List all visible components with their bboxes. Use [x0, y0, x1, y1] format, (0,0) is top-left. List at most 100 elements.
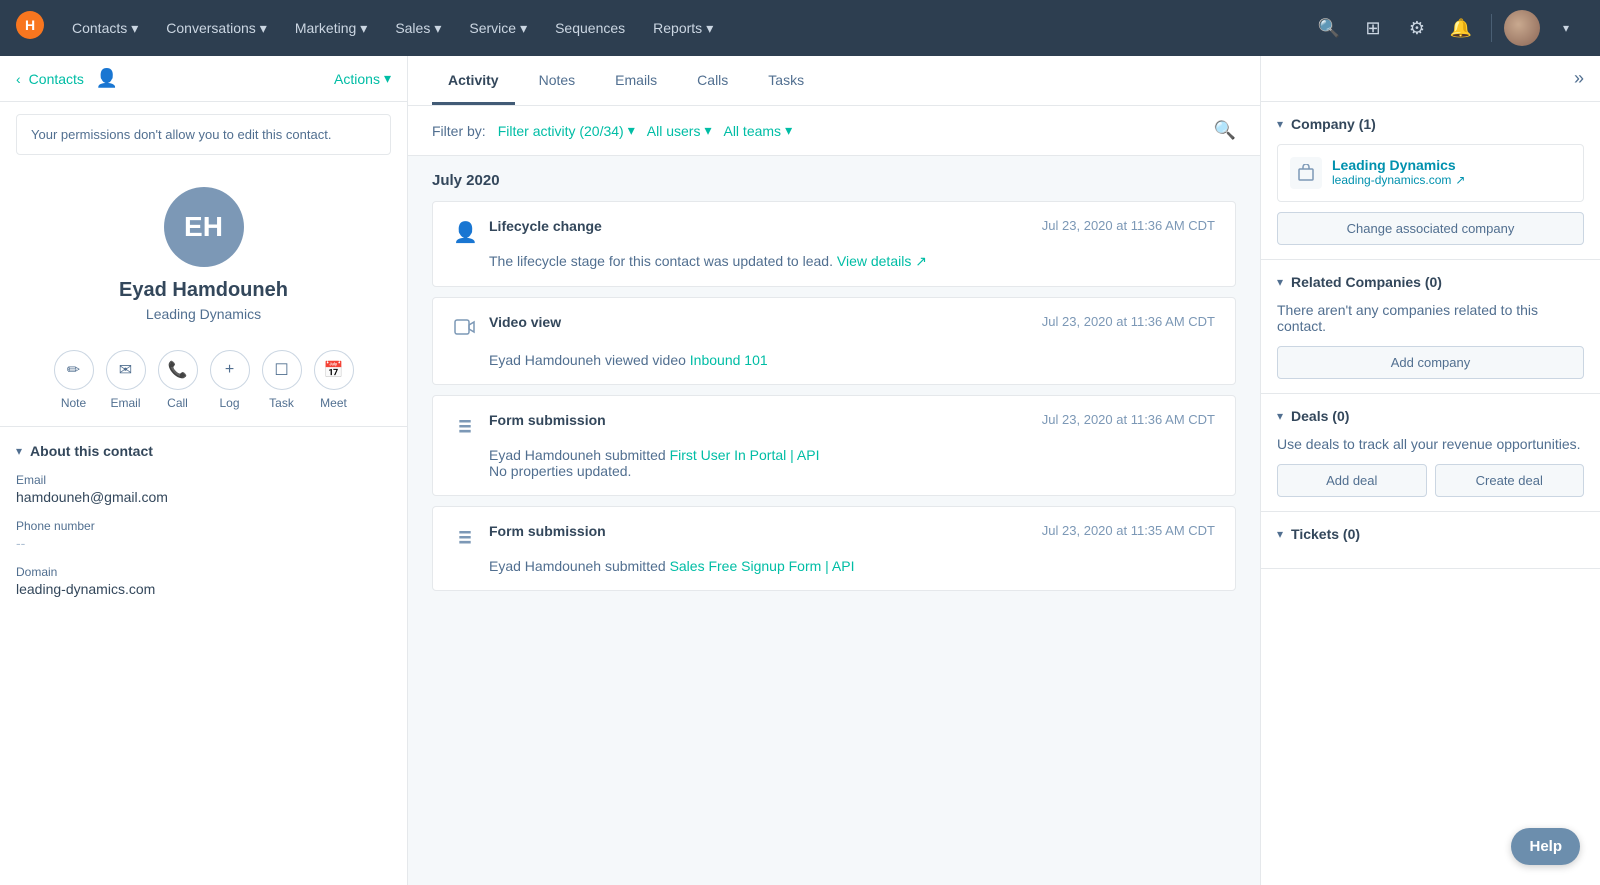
form-icon: ≡	[453, 414, 477, 439]
nav-conversations[interactable]: Conversations	[154, 12, 279, 45]
about-section-toggle[interactable]: ▾ About this contact	[16, 443, 391, 459]
tab-notes[interactable]: Notes	[523, 56, 592, 105]
nav-sales[interactable]: Sales	[383, 12, 453, 45]
back-to-contacts[interactable]: Contacts 👤	[16, 68, 118, 89]
phone-field-group: Phone number --	[16, 519, 391, 551]
form1-link[interactable]: First User In Portal | API	[670, 447, 820, 463]
activity-header: ≡ Form submission Jul 23, 2020 at 11:35 …	[453, 523, 1215, 550]
related-companies-section: ▾ Related Companies (0) There aren't any…	[1261, 260, 1600, 394]
note-button[interactable]: ✏ Note	[54, 350, 94, 410]
right-sidebar: » ▾ Company (1) Leading Dynamics leadin	[1260, 56, 1600, 885]
task-icon: ☐	[262, 350, 302, 390]
meet-icon: 📅	[314, 350, 354, 390]
search-icon[interactable]: 🔍	[1311, 10, 1347, 46]
contact-company: Leading Dynamics	[146, 306, 261, 322]
tab-calls[interactable]: Calls	[681, 56, 744, 105]
account-chevron-icon[interactable]: ▾	[1548, 10, 1584, 46]
related-companies-toggle[interactable]: ▾ Related Companies (0)	[1277, 274, 1584, 290]
nav-contacts[interactable]: Contacts	[60, 12, 150, 45]
filter-activity-button[interactable]: Filter activity (20/34)	[498, 122, 635, 139]
marketplace-icon[interactable]: ⊞	[1355, 10, 1391, 46]
tab-emails[interactable]: Emails	[599, 56, 673, 105]
main-layout: Contacts 👤 Actions Your permissions don'…	[0, 56, 1600, 885]
company-section-toggle[interactable]: ▾ Company (1)	[1277, 116, 1584, 132]
help-button[interactable]: Help	[1511, 828, 1580, 865]
activity-card-form2: ≡ Form submission Jul 23, 2020 at 11:35 …	[432, 506, 1236, 591]
domain-field-group: Domain leading-dynamics.com	[16, 565, 391, 597]
note-icon: ✏	[54, 350, 94, 390]
activity-title-row: Form submission Jul 23, 2020 at 11:35 AM…	[489, 523, 1215, 539]
activity-body-video: Eyad Hamdouneh viewed video Inbound 101	[453, 352, 1215, 368]
phone-icon: 📞	[158, 350, 198, 390]
sidebar-header: Contacts 👤 Actions	[0, 56, 407, 102]
settings-icon[interactable]: ⚙	[1399, 10, 1435, 46]
activity-title-row: Video view Jul 23, 2020 at 11:36 AM CDT	[489, 314, 1215, 330]
month-header: July 2020	[432, 172, 1236, 189]
action-buttons-bar: ✏ Note ✉ Email 📞 Call + Log ☐ Task 📅 Mee	[0, 334, 407, 427]
nav-reports[interactable]: Reports	[641, 12, 725, 45]
activity-body-lifecycle: The lifecycle stage for this contact was…	[453, 253, 1215, 270]
filter-teams-button[interactable]: All teams	[723, 122, 792, 139]
svg-text:H: H	[25, 17, 35, 33]
user-avatar[interactable]	[1504, 10, 1540, 46]
sidebar-toggle: »	[1261, 56, 1600, 102]
create-deal-button[interactable]: Create deal	[1435, 464, 1585, 497]
company-name[interactable]: Leading Dynamics	[1332, 157, 1465, 173]
log-icon: +	[210, 350, 250, 390]
hubspot-logo: H	[16, 11, 44, 46]
email-field-group: Email hamdouneh@gmail.com	[16, 473, 391, 505]
activity-body-form2: Eyad Hamdouneh submitted Sales Free Sign…	[453, 558, 1215, 574]
about-section: ▾ About this contact Email hamdouneh@gma…	[0, 427, 407, 627]
tickets-section-toggle[interactable]: ▾ Tickets (0)	[1277, 526, 1584, 542]
collapse-icon[interactable]: »	[1574, 68, 1584, 89]
meet-button[interactable]: 📅 Meet	[314, 350, 354, 410]
video-icon	[453, 316, 477, 344]
log-button[interactable]: + Log	[210, 350, 250, 410]
deals-buttons: Add deal Create deal	[1277, 464, 1584, 497]
nav-marketing[interactable]: Marketing	[283, 12, 380, 45]
activity-title-row: Lifecycle change Jul 23, 2020 at 11:36 A…	[489, 218, 1215, 234]
notifications-icon[interactable]: 🔔	[1443, 10, 1479, 46]
tab-activity[interactable]: Activity	[432, 56, 515, 105]
lifecycle-icon: 👤	[453, 220, 477, 245]
nav-right-actions: 🔍 ⊞ ⚙ 🔔 ▾	[1311, 10, 1584, 46]
company-url[interactable]: leading-dynamics.com ↗	[1332, 173, 1465, 187]
form2-link[interactable]: Sales Free Signup Form | API	[670, 558, 855, 574]
activity-body-form1: Eyad Hamdouneh submitted First User In P…	[453, 447, 1215, 479]
activity-filter-bar: Filter by: Filter activity (20/34) All u…	[408, 106, 1260, 156]
tickets-section: ▾ Tickets (0)	[1261, 512, 1600, 569]
add-company-button[interactable]: Add company	[1277, 346, 1584, 379]
add-deal-button[interactable]: Add deal	[1277, 464, 1427, 497]
activity-card-lifecycle: 👤 Lifecycle change Jul 23, 2020 at 11:36…	[432, 201, 1236, 287]
activity-title-row: Form submission Jul 23, 2020 at 11:36 AM…	[489, 412, 1215, 428]
activity-search-icon[interactable]: 🔍	[1214, 120, 1236, 141]
deals-section: ▾ Deals (0) Use deals to track all your …	[1261, 394, 1600, 512]
task-button[interactable]: ☐ Task	[262, 350, 302, 410]
activity-feed: July 2020 👤 Lifecycle change Jul 23, 202…	[408, 156, 1260, 617]
top-navigation: H Contacts Conversations Marketing Sales…	[0, 0, 1600, 56]
company-logo-icon	[1290, 157, 1322, 189]
change-company-button[interactable]: Change associated company	[1277, 212, 1584, 245]
nav-service[interactable]: Service	[457, 12, 539, 45]
call-button[interactable]: 📞 Call	[158, 350, 198, 410]
actions-button[interactable]: Actions	[334, 70, 391, 87]
deals-section-toggle[interactable]: ▾ Deals (0)	[1277, 408, 1584, 424]
form2-icon: ≡	[453, 525, 477, 550]
company-section: ▾ Company (1) Leading Dynamics leading-d…	[1261, 102, 1600, 260]
filter-users-button[interactable]: All users	[647, 122, 712, 139]
activity-card-form1: ≡ Form submission Jul 23, 2020 at 11:36 …	[432, 395, 1236, 496]
view-details-link[interactable]: View details ↗	[837, 253, 927, 269]
main-content: Activity Notes Emails Calls Tasks Filter…	[408, 56, 1260, 885]
inbound-101-link[interactable]: Inbound 101	[690, 352, 768, 368]
contact-avatar-section: EH Eyad Hamdouneh Leading Dynamics	[0, 167, 407, 334]
email-button[interactable]: ✉ Email	[106, 350, 146, 410]
contact-name: Eyad Hamdouneh	[119, 279, 288, 302]
activity-card-video: Video view Jul 23, 2020 at 11:36 AM CDT …	[432, 297, 1236, 385]
activity-header: 👤 Lifecycle change Jul 23, 2020 at 11:36…	[453, 218, 1215, 245]
tab-tasks[interactable]: Tasks	[752, 56, 820, 105]
activity-header: Video view Jul 23, 2020 at 11:36 AM CDT	[453, 314, 1215, 344]
email-icon: ✉	[106, 350, 146, 390]
nav-sequences[interactable]: Sequences	[543, 12, 637, 44]
company-card: Leading Dynamics leading-dynamics.com ↗	[1277, 144, 1584, 202]
contact-avatar: EH	[164, 187, 244, 267]
